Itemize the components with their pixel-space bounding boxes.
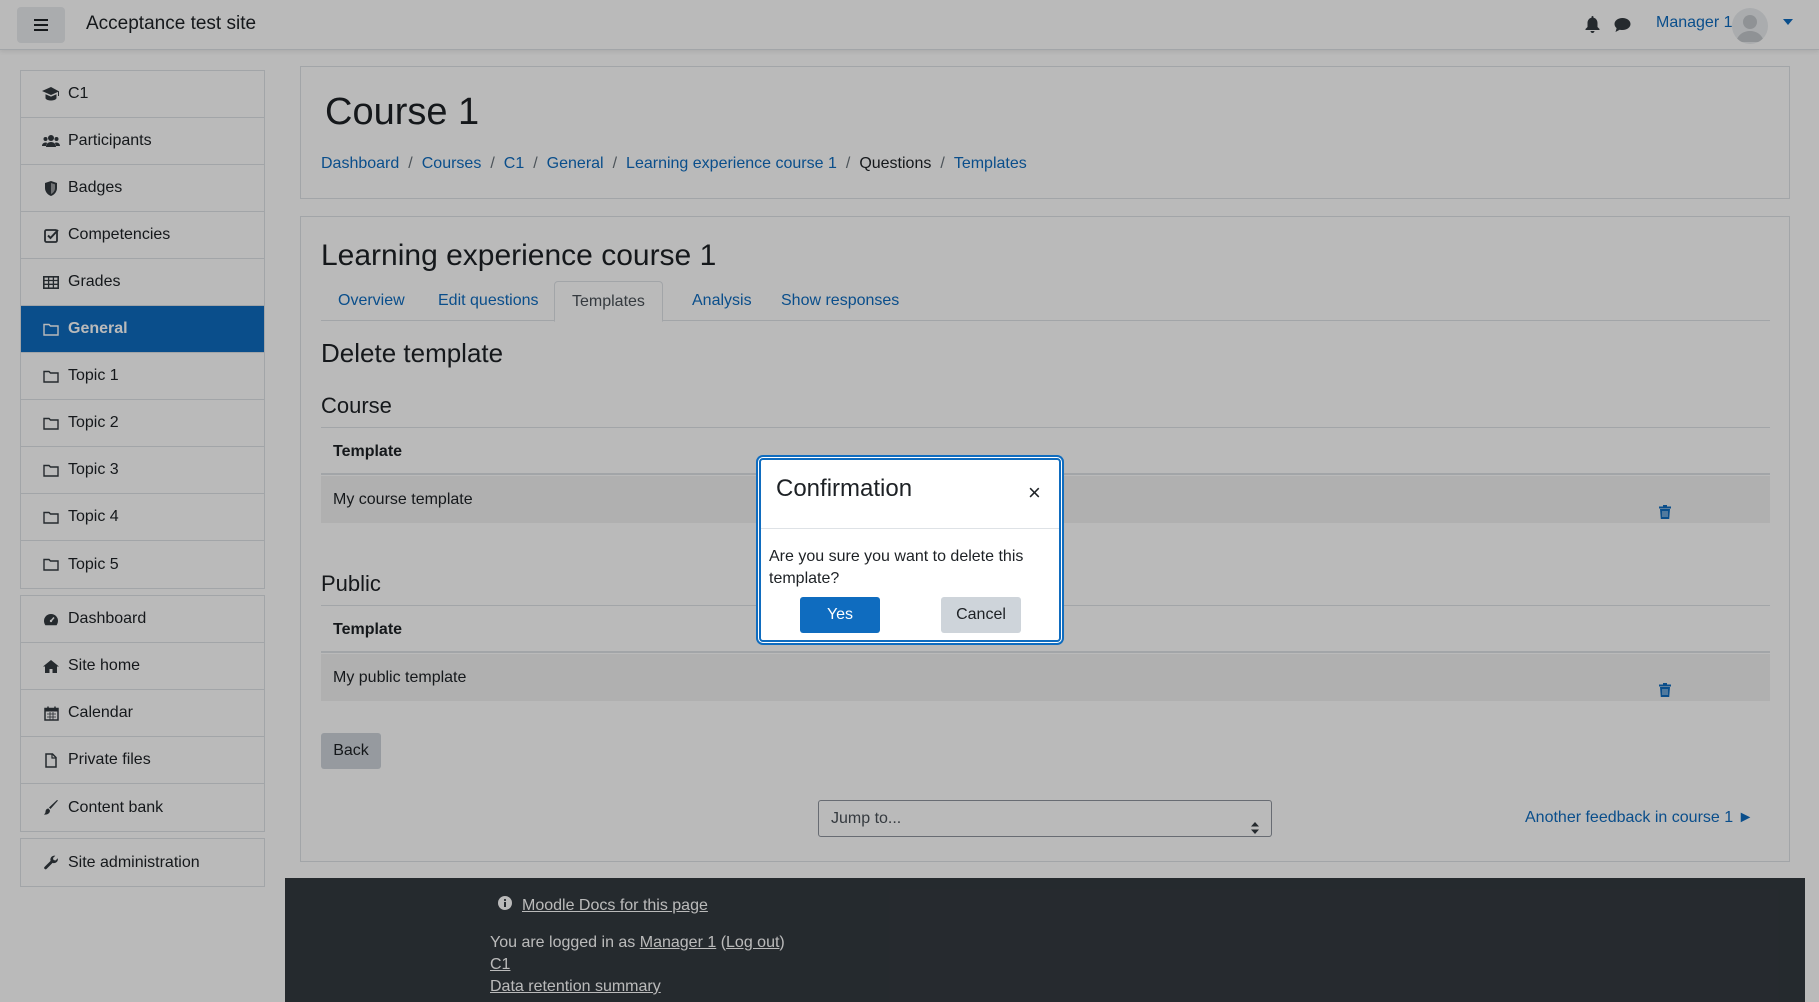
modal-title: Confirmation	[776, 475, 913, 502]
confirmation-dialog: Confirmation × Are you sure you want to …	[759, 458, 1061, 642]
modal-message: Are you sure you want to delete this tem…	[769, 548, 1024, 587]
divider	[761, 528, 1059, 529]
close-icon[interactable]: ×	[1028, 482, 1041, 504]
cancel-button[interactable]: Cancel	[941, 597, 1021, 633]
yes-button[interactable]: Yes	[800, 597, 880, 633]
